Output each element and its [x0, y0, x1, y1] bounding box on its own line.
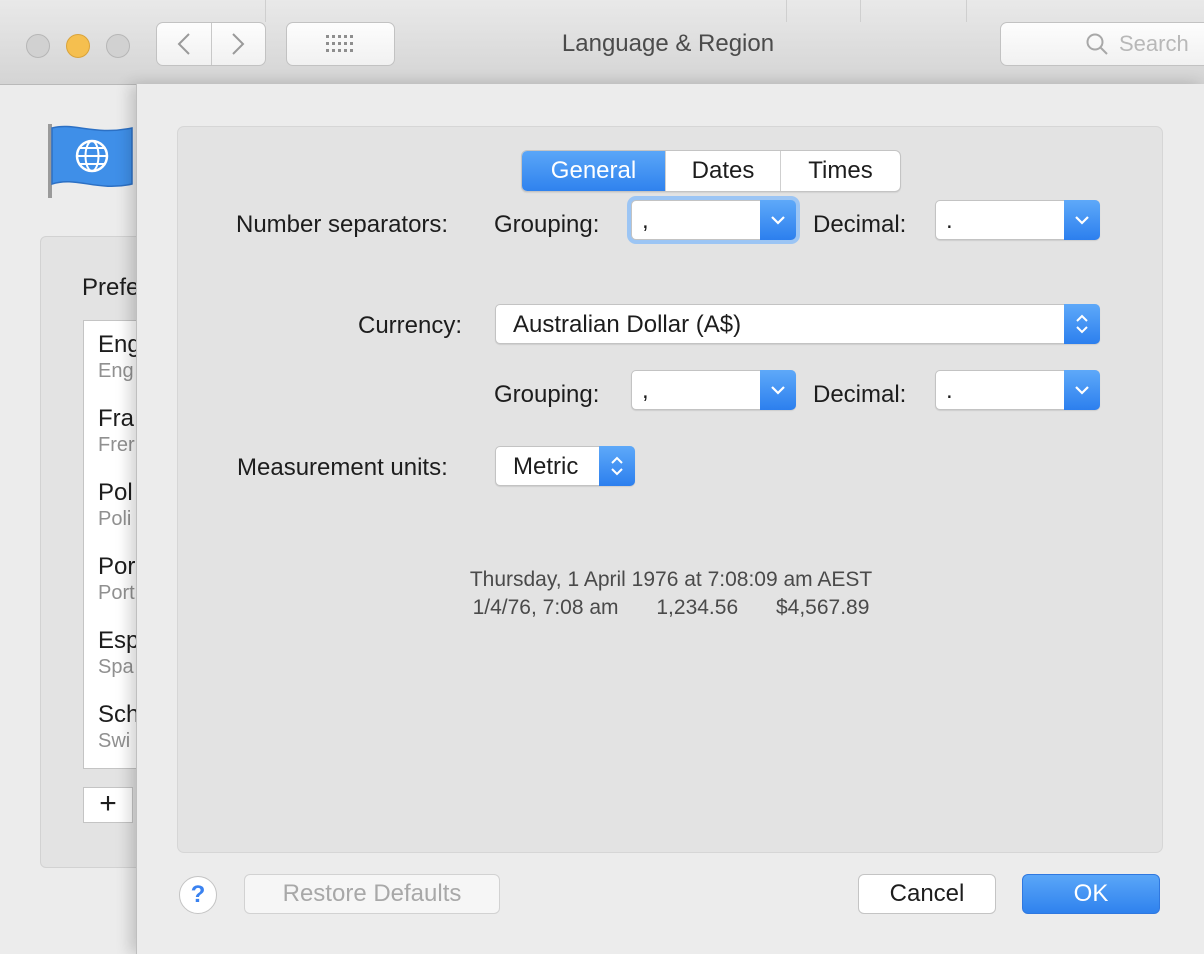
add-language-button[interactable]: + [83, 787, 133, 823]
divider [860, 0, 861, 22]
chevron-up-down-icon [1064, 304, 1100, 344]
chevron-down-icon [760, 200, 796, 240]
sample-date-text: Thursday, 1 April 1976 at 7:08:09 am AES… [469, 568, 873, 591]
chevron-up-down-icon [599, 446, 635, 486]
popup-value: . [946, 207, 953, 234]
chevron-down-icon [1064, 200, 1100, 240]
tab-bar: General Dates Times [521, 150, 901, 192]
decimal-label: Decimal: [813, 211, 907, 238]
restore-defaults-button[interactable]: Restore Defaults [244, 874, 500, 914]
number-separators-label: Number separators: [236, 211, 449, 238]
divider [786, 0, 787, 22]
sample-currency: $4,567.89 [775, 596, 870, 619]
measurement-units-popup[interactable]: Metric [495, 446, 635, 486]
currency-popup[interactable]: Australian Dollar (A$) [495, 304, 1100, 344]
number-grouping-popup[interactable]: , [631, 200, 796, 240]
divider [966, 0, 967, 22]
preferred-languages-label: Prefe [82, 274, 140, 301]
popup-value: Metric [513, 453, 579, 480]
search-icon [1086, 33, 1108, 55]
tab-dates[interactable]: Dates [665, 151, 780, 191]
help-button[interactable]: ? [179, 876, 217, 914]
sample-short-date: 1/4/76, 7:08 am [472, 596, 619, 619]
popup-value: , [642, 207, 649, 234]
sample-format-row: 1/4/76, 7:08 am 1,234.56 $4,567.89 [137, 596, 1204, 620]
title-bar: Language & Region Search [0, 0, 1204, 85]
currency-decimal-popup[interactable]: . [935, 370, 1100, 410]
search-placeholder: Search [1119, 31, 1189, 56]
advanced-settings-sheet: General Dates Times Number separators: G… [136, 84, 1204, 954]
measurement-units-label: Measurement units: [237, 454, 448, 481]
currency-decimal-label: Decimal: [813, 381, 907, 408]
popup-value: , [642, 377, 649, 404]
globe-flag-icon [48, 124, 133, 198]
ok-button[interactable]: OK [1022, 874, 1160, 914]
chevron-down-icon [760, 370, 796, 410]
currency-label: Currency: [358, 312, 463, 339]
chevron-down-icon [1064, 370, 1100, 410]
sample-number: 1,234.56 [656, 596, 739, 619]
number-decimal-popup[interactable]: . [935, 200, 1100, 240]
cancel-button[interactable]: Cancel [858, 874, 996, 914]
currency-grouping-label: Grouping: [494, 381, 600, 408]
grouping-label: Grouping: [494, 211, 600, 238]
divider [265, 0, 266, 22]
popup-value: . [946, 377, 953, 404]
currency-grouping-popup[interactable]: , [631, 370, 796, 410]
tab-times[interactable]: Times [780, 151, 900, 191]
search-field[interactable]: Search [1000, 22, 1204, 66]
tab-general[interactable]: General [522, 151, 665, 191]
popup-value: Australian Dollar (A$) [513, 311, 742, 338]
